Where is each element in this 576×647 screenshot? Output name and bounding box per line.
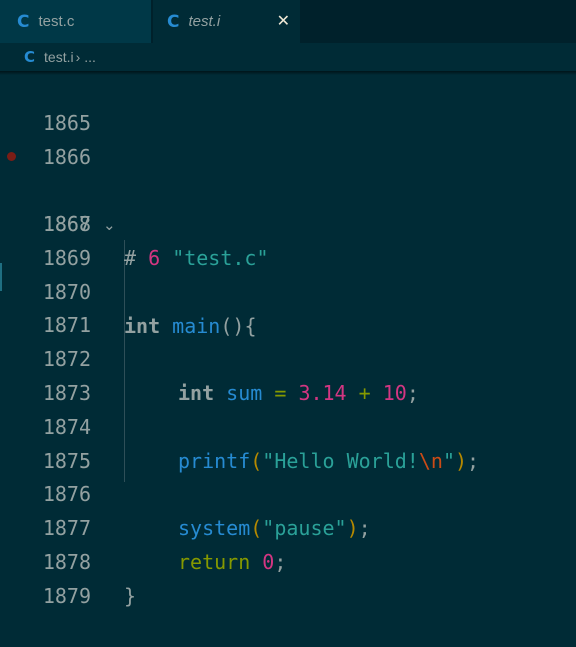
code-line: 1878 } (0, 511, 576, 608)
code-line: 1879 (0, 545, 576, 608)
code-line: 1873 (0, 342, 576, 405)
code-line: 1868 # 6 "test.c" (0, 173, 576, 270)
code-line: 1872 int sum = 3.14 + 10; (0, 308, 576, 405)
code-line: 1874 printf("Hello World!\n"); (0, 376, 576, 473)
code-editor[interactable]: 1865 1866 1867 1868 # 6 "test.c" 1869 ⌄ … (0, 72, 576, 608)
code-line: 1875 (0, 410, 576, 473)
c-file-icon: C (17, 11, 30, 32)
code-line: 1870 (0, 241, 576, 304)
tab-label: test.c (38, 13, 75, 30)
fold-chevron-icon[interactable]: ⌄ (103, 208, 116, 242)
c-file-icon: C (167, 11, 180, 32)
code-line: 1869 ⌄ int main(){ (0, 207, 576, 338)
code-line: 1867 (0, 139, 576, 236)
close-icon[interactable]: ✕ (277, 11, 290, 30)
tab-bar: C test.c C test.i ✕ (0, 0, 576, 43)
breadcrumb: C test.i › ... (0, 43, 576, 71)
breakpoint-icon[interactable] (7, 152, 16, 161)
breadcrumb-symbol[interactable]: ... (84, 49, 96, 65)
c-file-icon: C (24, 48, 36, 66)
tab-test-c[interactable]: C test.c (0, 0, 151, 43)
tab-label: test.i (188, 13, 221, 30)
code-line: 1876 system("pause"); (0, 443, 576, 540)
code-line: 1877 return 0; (0, 477, 576, 574)
code-text: } (124, 579, 136, 613)
tab-test-i[interactable]: C test.i ✕ (153, 0, 300, 43)
line-number: 1879 (42, 584, 91, 608)
breadcrumb-file[interactable]: test.i (44, 49, 74, 65)
token-brace: } (124, 584, 137, 608)
code-line: 1871 (0, 274, 576, 337)
code-line: 1866 (0, 106, 576, 169)
code-line: 1865 (0, 72, 576, 135)
chevron-right-icon: › (75, 49, 81, 65)
